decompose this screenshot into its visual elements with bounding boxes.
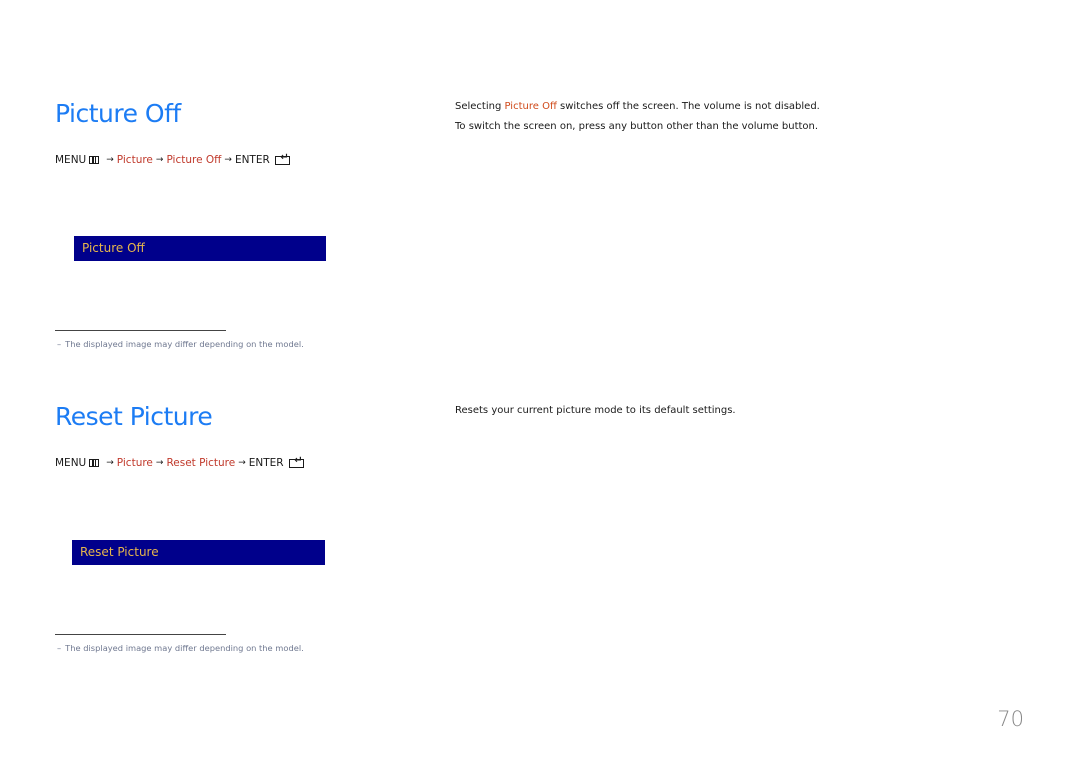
description-line-2: To switch the screen on, press any butto… xyxy=(455,121,819,132)
footnote-picture-off: – The displayed image may differ dependin… xyxy=(57,339,304,349)
menu-icon xyxy=(89,459,100,468)
footnote-dash: – xyxy=(57,339,62,349)
description-text: Selecting xyxy=(455,101,505,112)
osd-menu-item-picture-off: Picture Off xyxy=(74,236,326,261)
enter-icon xyxy=(274,153,290,165)
footnote-reset-picture: – The displayed image may differ dependin… xyxy=(57,643,304,653)
enter-icon xyxy=(288,456,304,468)
arrow-icon: → xyxy=(155,154,164,165)
menu-icon xyxy=(89,156,100,165)
arrow-icon: → xyxy=(155,457,164,468)
menu-step-picture-off: Picture Off xyxy=(166,154,222,166)
description-line-1: Resets your current picture mode to its … xyxy=(455,405,736,416)
page-number: 70 xyxy=(997,707,1024,731)
arrow-icon: → xyxy=(106,457,114,468)
description-highlight: Picture Off xyxy=(504,101,557,112)
description-reset-picture: Resets your current picture mode to its … xyxy=(455,401,736,421)
arrow-icon: → xyxy=(224,154,232,165)
footnote-divider xyxy=(55,634,226,635)
section-title-reset-picture: Reset Picture xyxy=(55,402,213,431)
description-picture-off: Selecting Picture Off switches off the s… xyxy=(455,97,820,137)
menu-step-picture: Picture xyxy=(116,457,153,469)
section-title-picture-off: Picture Off xyxy=(55,99,181,128)
menu-step-reset-picture: Reset Picture xyxy=(166,457,236,469)
menu-path-reset-picture: MENU → Picture → Reset Picture → ENTER xyxy=(55,456,304,469)
footnote-text: The displayed image may differ depending… xyxy=(65,643,304,653)
enter-label: ENTER xyxy=(248,457,284,469)
menu-step-picture: Picture xyxy=(116,154,153,166)
menu-label: MENU xyxy=(55,154,87,166)
description-text: switches off the screen. The volume is n… xyxy=(556,101,820,112)
menu-path-picture-off: MENU → Picture → Picture Off → ENTER xyxy=(55,153,290,166)
footnote-text: The displayed image may differ depending… xyxy=(65,339,304,349)
enter-label: ENTER xyxy=(234,154,270,166)
arrow-icon: → xyxy=(106,154,114,165)
footnote-divider xyxy=(55,330,226,331)
osd-menu-item-reset-picture: Reset Picture xyxy=(72,540,325,565)
arrow-icon: → xyxy=(238,457,246,468)
description-line-1: Selecting Picture Off switches off the s… xyxy=(455,97,820,117)
menu-label: MENU xyxy=(55,457,87,469)
footnote-dash: – xyxy=(57,643,62,653)
